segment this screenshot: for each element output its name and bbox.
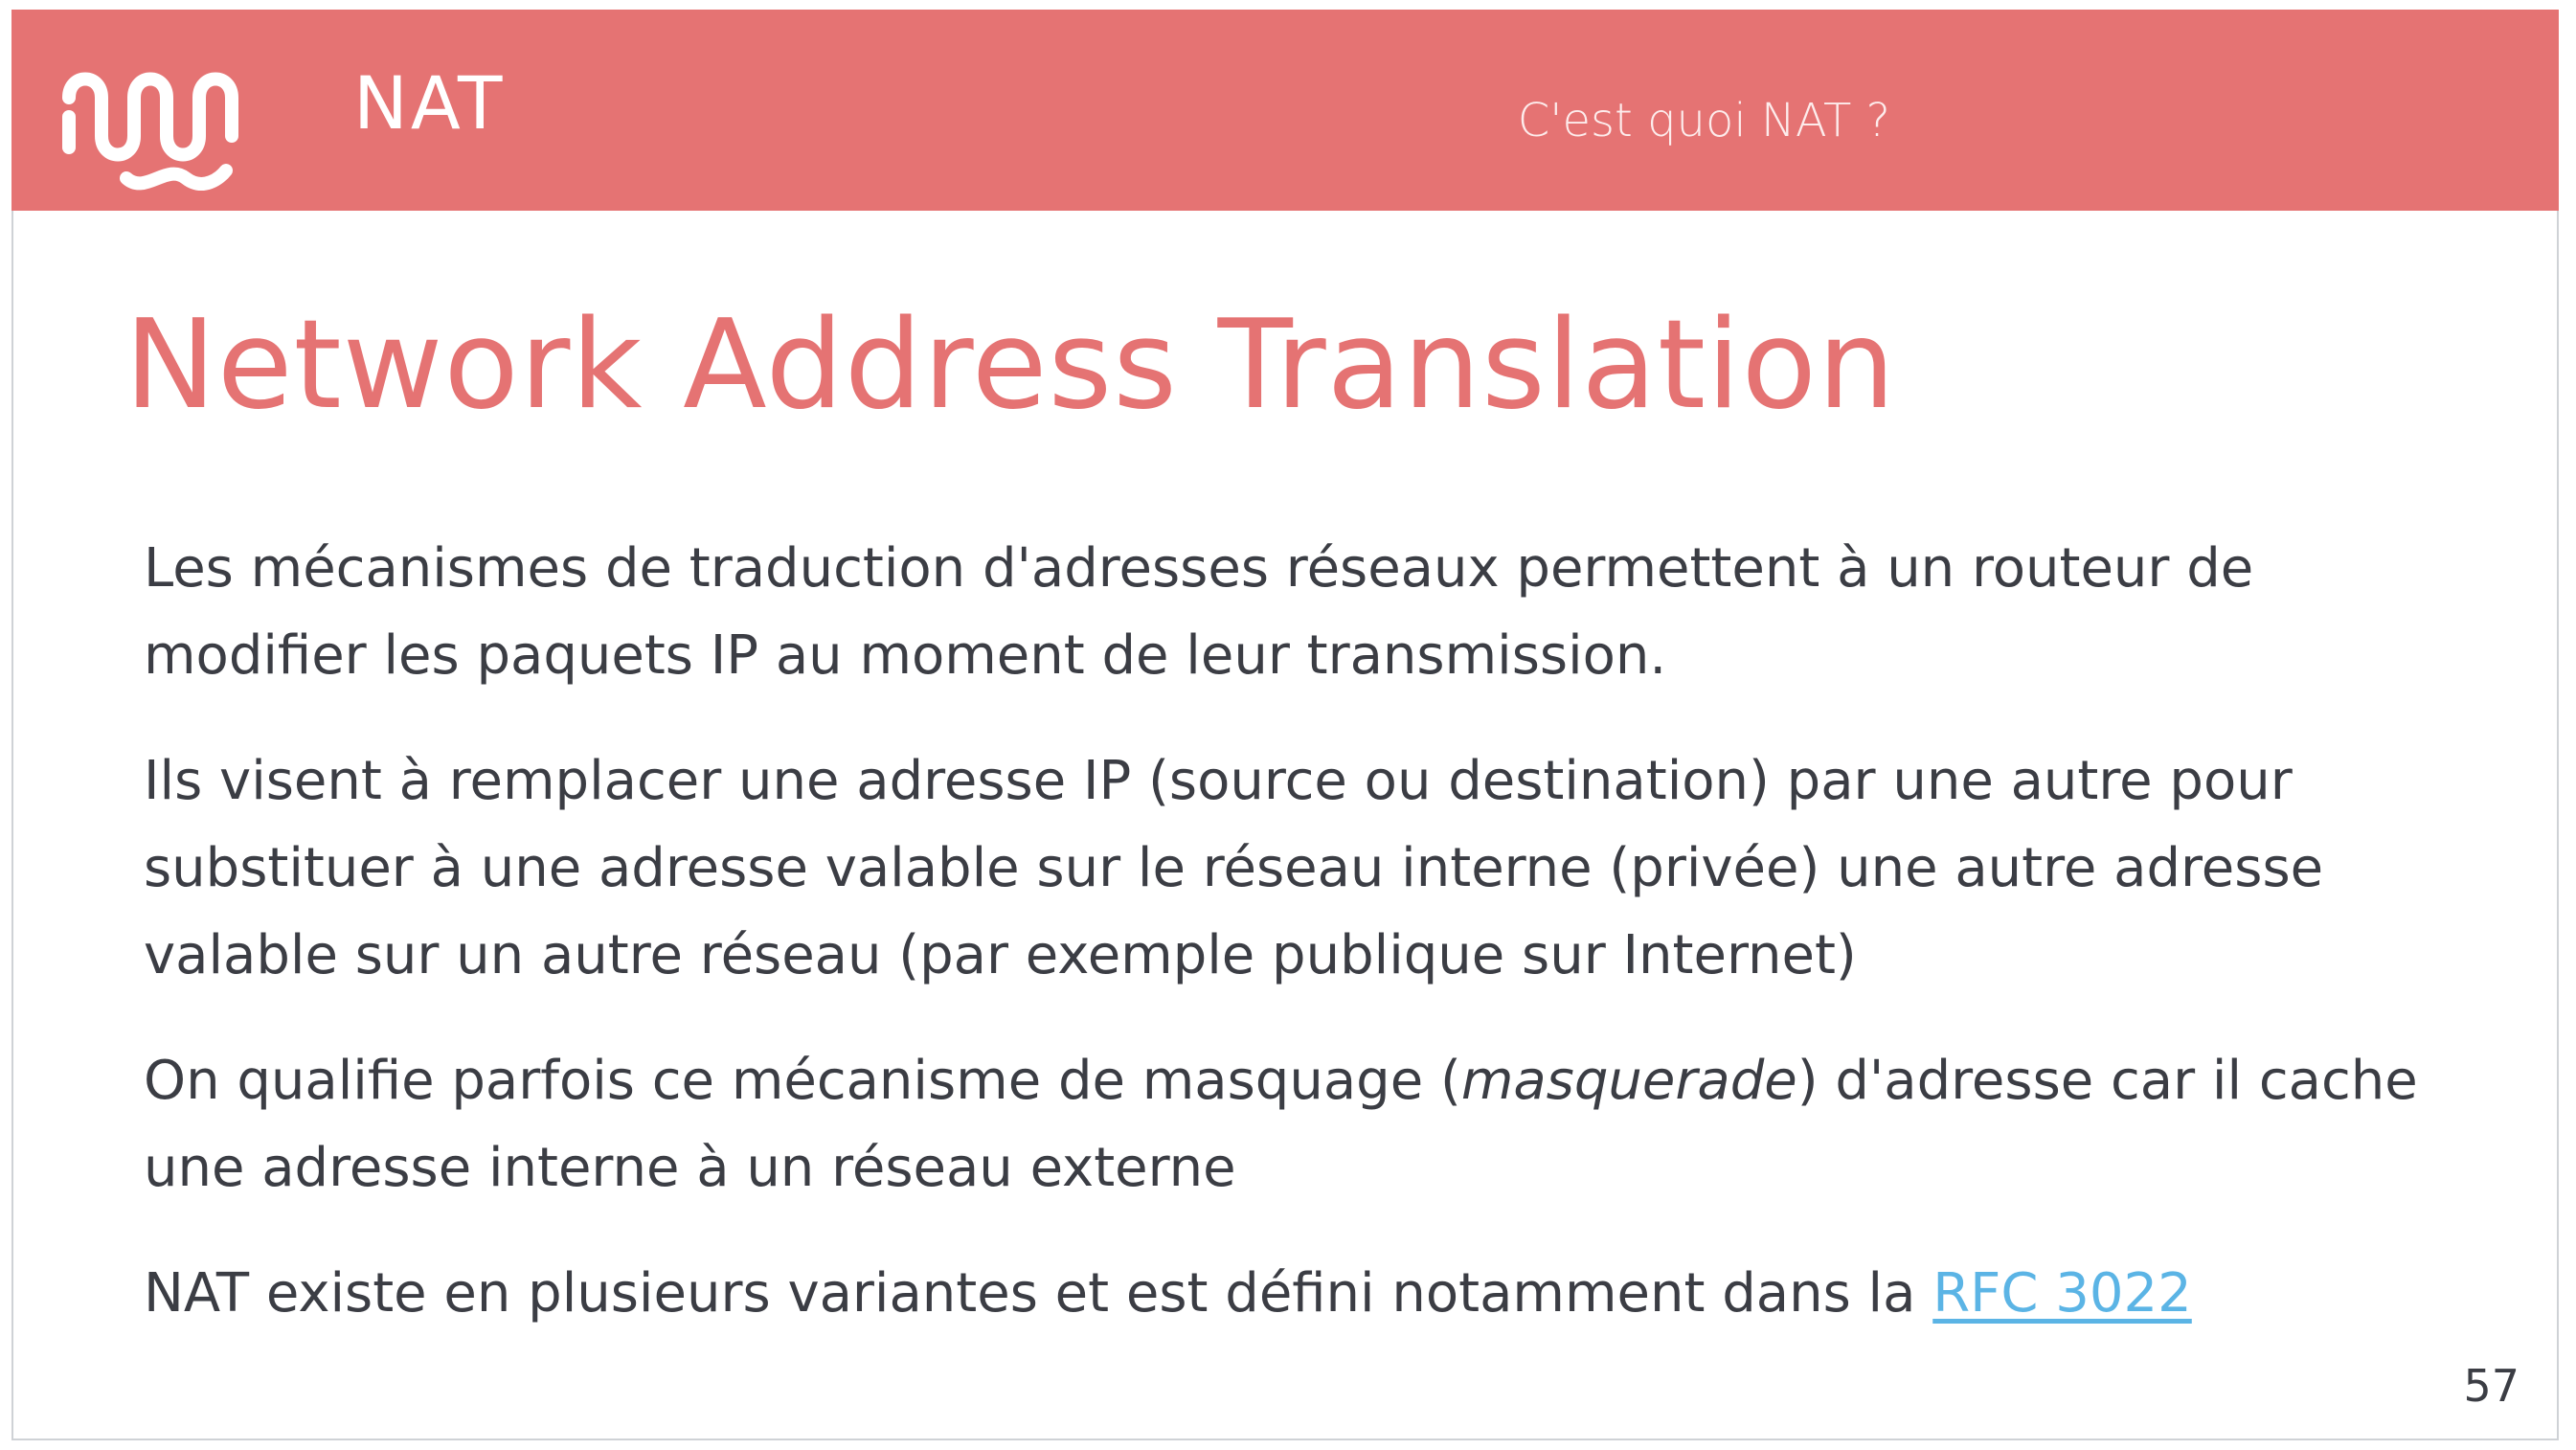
header-bar: NAT C'est quoi NAT ? [11, 10, 2559, 211]
masquerade-text-before: On qualifie parfois ce mécanisme de masq… [144, 1050, 1461, 1112]
paragraph-masquerade: On qualifie parfois ce mécanisme de masq… [144, 1037, 2480, 1212]
rfc-3022-link[interactable]: RFC 3022 [1932, 1262, 2192, 1325]
wave-logo-icon [62, 72, 238, 191]
slide-title: Network Address Translation [124, 294, 1896, 437]
header-title: NAT [353, 60, 506, 146]
paragraph-nat-purpose: Ils visent à remplacer une adresse IP (s… [144, 750, 2324, 986]
paragraph-variants: NAT existe en plusieurs variantes et est… [144, 1250, 2480, 1337]
variants-text: NAT existe en plusieurs variantes et est… [144, 1262, 1933, 1325]
paragraph-nat-definition: Les mécanismes de traduction d'adresses … [144, 537, 2254, 687]
masquerade-term: masquerade [1460, 1050, 1797, 1112]
page-number: 57 [2463, 1360, 2520, 1412]
section-subtitle: C'est quoi NAT ? [1517, 94, 1890, 147]
slide-body: Les mécanismes de traduction d'adresses … [144, 525, 2480, 1375]
